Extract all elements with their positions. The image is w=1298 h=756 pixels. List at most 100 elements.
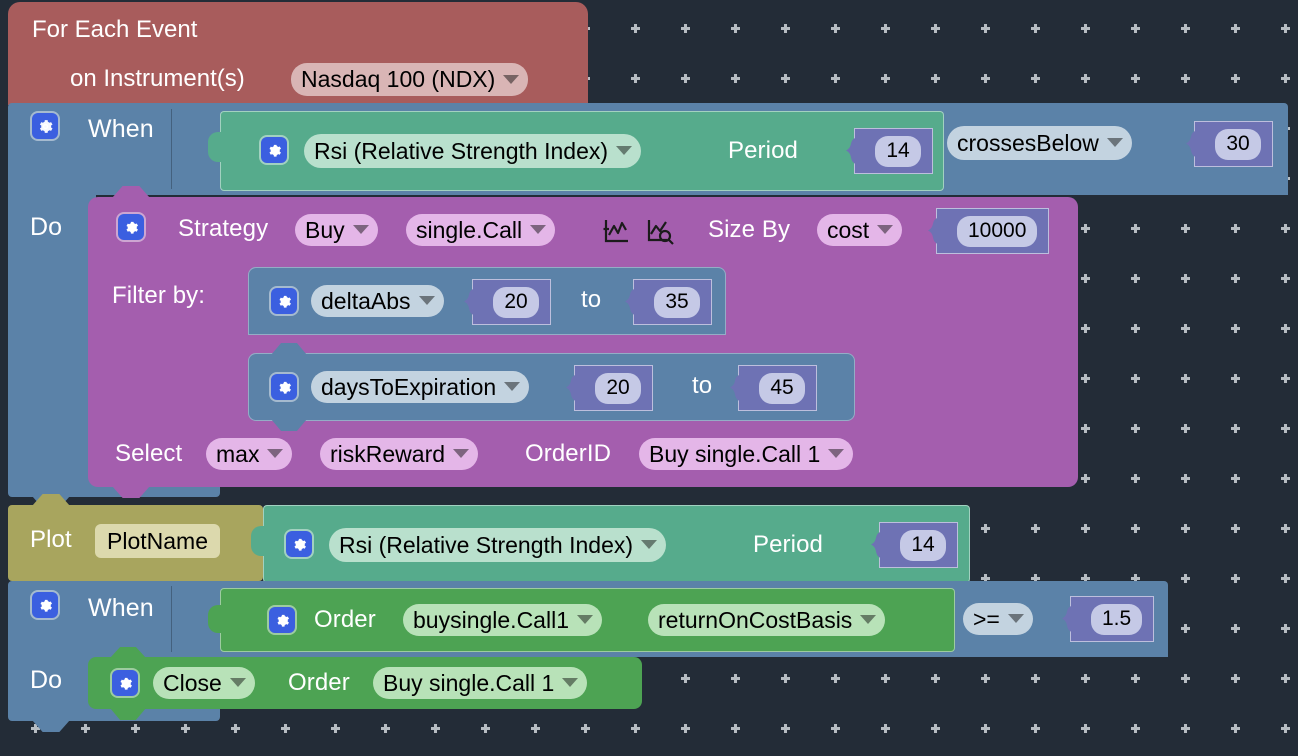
exit-operator-value: >=: [973, 605, 1000, 632]
filter2-to-block[interactable]: 45: [738, 365, 817, 411]
strategy-label: Strategy: [178, 215, 269, 242]
grid-marker: [1231, 724, 1240, 733]
rsi-period-value[interactable]: 14: [875, 135, 921, 167]
plot-rsi-gear-icon[interactable]: [286, 531, 312, 557]
chevron-down-icon: [530, 225, 547, 234]
select-metric-dropdown[interactable]: riskReward: [320, 438, 479, 470]
block-rsi-condition[interactable]: Rsi (Relative Strength Index) Period 14: [208, 111, 944, 191]
grid-marker: [831, 24, 840, 33]
grid-marker: [1081, 524, 1090, 533]
select-aggregate-dropdown[interactable]: max: [206, 438, 293, 470]
block-when-entry[interactable]: When Rsi (Relative Strength Index) Perio…: [8, 103, 1288, 508]
when-entry-gear-icon[interactable]: [32, 113, 58, 139]
block-order-condition[interactable]: Order buysingle.Call1 returnOnCostBasis: [208, 588, 955, 652]
plot-rsi-indicator-dropdown[interactable]: Rsi (Relative Strength Index): [329, 528, 667, 562]
strategy-size-by-value-block[interactable]: 10000: [936, 208, 1050, 254]
strategy-structure-value: single.Call: [416, 216, 523, 243]
filter2-name-dropdown[interactable]: daysToExpiration: [311, 371, 530, 403]
blockly-workspace[interactable]: For Each Event on Instrument(s) Nasdaq 1…: [0, 0, 1298, 756]
plot-label: Plot: [30, 526, 72, 553]
grid-marker: [831, 74, 840, 83]
grid-marker: [1281, 624, 1290, 633]
plot-name-field[interactable]: PlotName: [95, 524, 220, 558]
close-order-ref-dropdown[interactable]: Buy single.Call 1: [373, 667, 588, 699]
grid-marker: [731, 24, 740, 33]
chevron-down-icon: [229, 678, 246, 687]
exit-operator-dropdown[interactable]: >=: [963, 603, 1033, 635]
chart-plot-icon[interactable]: [601, 217, 631, 245]
strategy-size-by-dropdown[interactable]: cost: [817, 214, 903, 246]
grid-marker: [931, 74, 940, 83]
grid-marker: [731, 74, 740, 83]
filter2-name-value: daysToExpiration: [321, 373, 497, 400]
order-metric-dropdown[interactable]: returnOnCostBasis: [648, 604, 886, 636]
chevron-down-icon: [453, 449, 470, 458]
strategy-select-label: Select: [115, 440, 183, 467]
strategy-size-by-value[interactable]: 10000: [957, 215, 1038, 247]
close-action-dropdown[interactable]: Close: [153, 667, 255, 699]
rsi-indicator-value: Rsi (Relative Strength Index): [314, 137, 609, 164]
filter-to-label: to: [581, 286, 602, 313]
block-filter-daystoexpiration[interactable]: daysToExpiration 20 to 45: [248, 343, 855, 431]
filter2-to-value[interactable]: 45: [759, 372, 805, 404]
chevron-down-icon: [352, 225, 369, 234]
exit-threshold-block[interactable]: 1.5: [1070, 596, 1155, 642]
select-orderid-dropdown[interactable]: Buy single.Call 1: [639, 438, 854, 470]
rsi-indicator-dropdown[interactable]: Rsi (Relative Strength Index): [304, 134, 642, 168]
order-condition-gear-icon[interactable]: [269, 607, 295, 633]
filter2-from-value[interactable]: 20: [595, 372, 641, 404]
close-order-gear-icon[interactable]: [112, 670, 138, 696]
filter2-from-block[interactable]: 20: [574, 365, 653, 411]
close-order-label: Order: [288, 669, 350, 696]
filter-to-block[interactable]: 35: [633, 279, 712, 325]
grid-marker: [981, 524, 990, 533]
rsi-gear-icon[interactable]: [261, 137, 287, 163]
plot-name-value[interactable]: PlotName: [107, 528, 208, 554]
strategy-filter-label: Filter by:: [112, 282, 206, 309]
block-strategy[interactable]: Strategy Buy single.Call Size By cost 10…: [88, 186, 1078, 498]
block-when-exit[interactable]: When Order buysingle.Call1 returnOnCostB…: [8, 581, 1168, 732]
rsi-plug: [208, 132, 222, 162]
exit-threshold-value[interactable]: 1.5: [1091, 603, 1143, 635]
comparison-operator-dropdown[interactable]: crossesBelow: [947, 126, 1132, 160]
grid-marker: [631, 24, 640, 33]
grid-marker: [1181, 524, 1190, 533]
filter-gear-icon[interactable]: [271, 288, 297, 314]
rsi-period-value-block[interactable]: 14: [854, 128, 933, 174]
grid-marker: [1031, 524, 1040, 533]
filter-from-value[interactable]: 20: [493, 286, 539, 318]
chevron-down-icon: [576, 615, 593, 624]
comparison-threshold-block[interactable]: 30: [1194, 121, 1273, 167]
grid-marker: [1181, 674, 1190, 683]
filter-to-value[interactable]: 35: [654, 286, 700, 318]
plot-rsi-period-block[interactable]: 14: [879, 522, 958, 568]
comparison-threshold-value[interactable]: 30: [1215, 128, 1261, 160]
grid-marker: [1181, 74, 1190, 83]
order-metric-value: returnOnCostBasis: [658, 606, 853, 633]
select-aggregate-value: max: [216, 440, 260, 467]
block-for-each-event[interactable]: For Each Event on Instrument(s) Nasdaq 1…: [8, 2, 588, 116]
filter-name-value: deltaAbs: [321, 287, 411, 314]
strategy-structure-dropdown[interactable]: single.Call: [406, 214, 556, 246]
chart-magnifier-icon[interactable]: [645, 217, 675, 245]
when-exit-bottom-notch: [32, 720, 70, 732]
filter-name-dropdown[interactable]: deltaAbs: [311, 285, 444, 317]
block-plot-rsi[interactable]: Rsi (Relative Strength Index) Period 14: [251, 505, 970, 583]
block-plot[interactable]: Plot PlotName: [8, 494, 263, 592]
chevron-down-icon: [1007, 614, 1024, 623]
strategy-gear-icon[interactable]: [118, 214, 144, 240]
order-condition-label: Order: [314, 606, 376, 633]
block-filter-deltaabs[interactable]: deltaAbs 20 to 35: [248, 267, 726, 335]
filter2-top-notch: [271, 343, 307, 355]
chevron-down-icon: [418, 296, 435, 305]
instrument-dropdown[interactable]: Nasdaq 100 (NDX): [291, 63, 529, 96]
grid-marker: [1081, 24, 1090, 33]
filter2-gear-icon[interactable]: [271, 374, 297, 400]
grid-marker: [681, 24, 690, 33]
filter-from-block[interactable]: 20: [472, 279, 551, 325]
when-exit-gear-icon[interactable]: [32, 592, 58, 618]
strategy-action-dropdown[interactable]: Buy: [295, 214, 378, 246]
block-close-order[interactable]: Close Order Buy single.Call 1: [88, 647, 642, 720]
plot-rsi-period-value[interactable]: 14: [900, 529, 946, 561]
order-ref-dropdown[interactable]: buysingle.Call1: [403, 604, 602, 636]
